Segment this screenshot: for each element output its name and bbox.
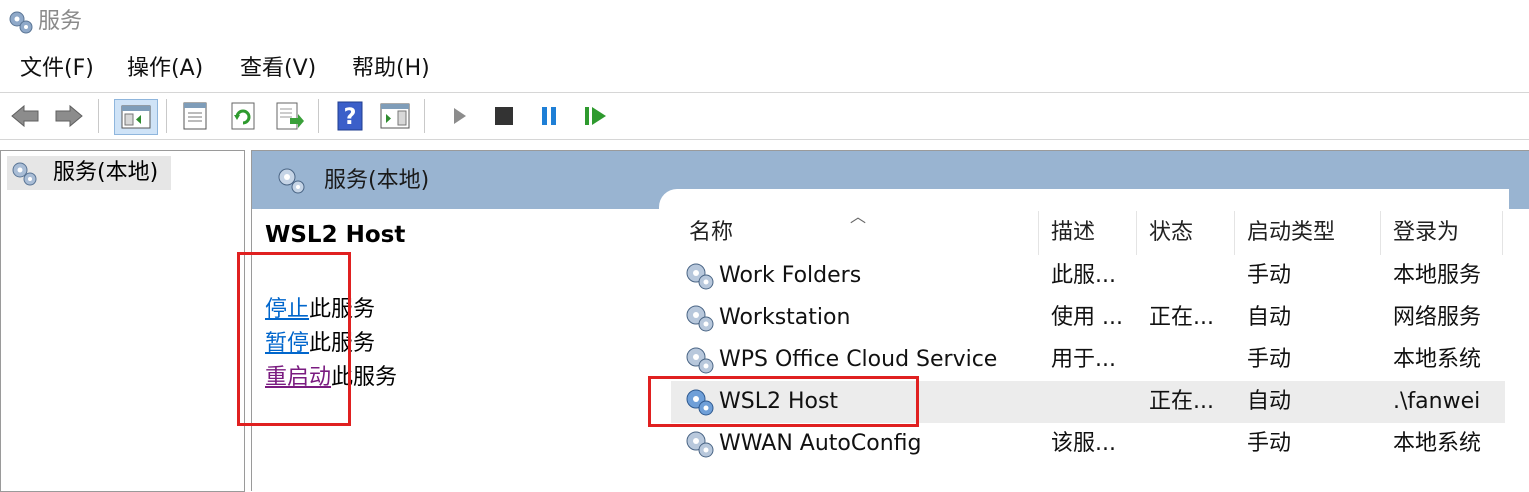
toolbar-separator — [166, 99, 167, 133]
service-startup-type: 手动 — [1247, 347, 1292, 372]
tree-item-services-local[interactable]: 服务(本地) — [7, 156, 171, 190]
tree-item-label: 服务(本地) — [53, 160, 159, 185]
menu-view[interactable]: 查看(V) — [240, 50, 316, 88]
column-header-name[interactable]: 名称 — [677, 211, 1039, 255]
window-title: 服务 — [38, 9, 83, 34]
export-list-icon[interactable] — [272, 99, 306, 133]
service-name: Workstation — [719, 305, 851, 330]
menu-action[interactable]: 操作(A) — [127, 50, 203, 88]
table-row[interactable]: WWAN AutoConfig 该服... 手动 本地系统 — [671, 423, 1505, 465]
column-header-logon-as[interactable]: 登录为 — [1381, 211, 1503, 255]
stop-service-icon[interactable] — [487, 99, 521, 133]
forward-icon[interactable] — [52, 99, 86, 133]
resume-service-icon[interactable] — [578, 99, 612, 133]
toolbar-separator — [318, 99, 319, 133]
help-icon[interactable]: ? — [333, 99, 367, 133]
back-icon[interactable] — [8, 99, 42, 133]
service-startup-type: 手动 — [1247, 263, 1292, 288]
service-description: 该服... — [1051, 431, 1116, 456]
service-description: 此服... — [1051, 263, 1116, 288]
pane-header-title: 服务(本地) — [324, 168, 430, 193]
service-gear-icon — [686, 347, 714, 374]
services-gear-icon — [9, 11, 33, 34]
service-logon-as: 网络服务 — [1393, 305, 1482, 330]
toolbar: ? — [0, 92, 1529, 140]
annotation-highlight-box — [237, 252, 351, 426]
table-row[interactable]: Work Folders 此服... 手动 本地服务 — [671, 255, 1505, 297]
annotation-highlight-box — [648, 376, 919, 427]
service-description: 使用 ... — [1051, 305, 1123, 330]
service-name: WWAN AutoConfig — [719, 431, 922, 456]
properties-icon[interactable] — [178, 99, 212, 133]
console-tree-pane: 服务(本地) — [0, 150, 245, 492]
show-hide-tree-icon[interactable] — [114, 99, 158, 135]
toolbar-separator — [424, 99, 425, 133]
service-logon-as: 本地系统 — [1393, 347, 1482, 372]
service-gear-icon — [686, 431, 714, 458]
column-header-status[interactable]: 状态 — [1137, 211, 1235, 255]
column-header-description[interactable]: 描述 — [1039, 211, 1137, 255]
menu-bar: 文件(F) 操作(A) 查看(V) 帮助(H) — [0, 50, 1529, 88]
show-action-pane-icon[interactable] — [378, 99, 412, 133]
service-status: 正在... — [1149, 389, 1214, 414]
table-row[interactable]: Workstation 使用 ... 正在... 自动 网络服务 — [671, 297, 1505, 339]
service-startup-type: 手动 — [1247, 431, 1292, 456]
services-gear-icon — [278, 168, 305, 194]
service-logon-as: .\fanwei — [1393, 389, 1481, 414]
service-name: Work Folders — [719, 263, 862, 288]
toolbar-separator — [98, 99, 99, 133]
service-status: 正在... — [1149, 305, 1214, 330]
services-gear-icon — [12, 162, 37, 186]
service-gear-icon — [686, 305, 714, 332]
menu-help[interactable]: 帮助(H) — [352, 50, 430, 88]
service-logon-as: 本地服务 — [1393, 263, 1482, 288]
refresh-icon[interactable] — [226, 99, 260, 133]
service-gear-icon — [686, 263, 714, 290]
service-startup-type: 自动 — [1247, 389, 1292, 414]
service-startup-type: 自动 — [1247, 305, 1292, 330]
services-table: ︿ 名称 描述 状态 启动类型 登录为 Work Folders 此服... 手… — [648, 189, 1509, 491]
table-row[interactable]: WPS Office Cloud Service 用于... 手动 本地系统 — [671, 339, 1505, 381]
service-description: 用于... — [1051, 347, 1116, 372]
menu-file[interactable]: 文件(F) — [20, 50, 94, 88]
service-name: WPS Office Cloud Service — [719, 347, 998, 372]
title-bar: 服务 — [0, 0, 1529, 46]
column-header-startup-type[interactable]: 启动类型 — [1235, 211, 1381, 255]
start-service-icon[interactable] — [442, 99, 476, 133]
svg-text:?: ? — [344, 105, 357, 130]
selected-service-name: WSL2 Host — [265, 222, 406, 248]
service-logon-as: 本地系统 — [1393, 431, 1482, 456]
pause-service-icon[interactable] — [532, 99, 566, 133]
services-main-pane: 服务(本地) WSL2 Host 停止此服务 暂停此服务 重启动此服务 ︿ 名称… — [237, 150, 1529, 491]
